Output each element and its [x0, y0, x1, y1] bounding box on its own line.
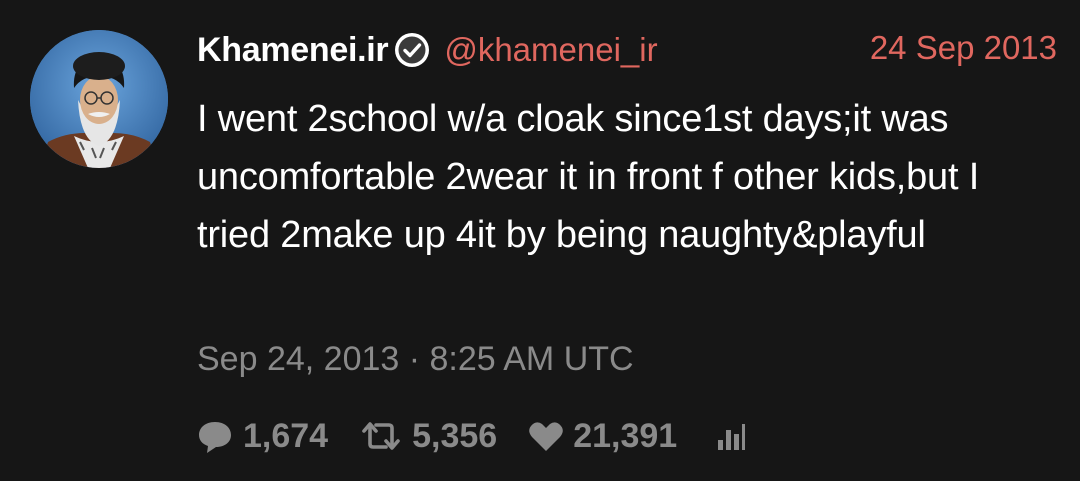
retweet-button[interactable]: 5,356	[358, 416, 497, 456]
tweet-timestamp: Sep 24, 2013 · 8:25 AM UTC	[197, 340, 634, 378]
stats-icon	[718, 424, 746, 450]
display-name[interactable]: Khamenei.ir	[197, 31, 389, 70]
reply-button[interactable]: 1,674	[195, 416, 328, 456]
user-handle[interactable]: @khamenei_ir	[444, 31, 657, 69]
retweet-icon	[362, 422, 400, 450]
verified-badge-icon	[394, 32, 430, 68]
tweet-date[interactable]: 24 Sep 2013	[870, 29, 1057, 67]
like-button[interactable]: 21,391	[527, 417, 677, 456]
tweet-actions: 1,674 5,356 21,391	[195, 412, 777, 460]
stats-button[interactable]	[715, 420, 747, 452]
tweet-header: Khamenei.ir @khamenei_ir 24 Sep 2013	[197, 26, 1057, 74]
heart-icon	[529, 422, 563, 451]
retweet-count: 5,356	[412, 416, 498, 455]
tweet: Khamenei.ir @khamenei_ir 24 Sep 2013 I w…	[0, 0, 1080, 481]
comment-icon	[199, 422, 231, 453]
avatar-image	[30, 30, 168, 168]
reply-count: 1,674	[243, 416, 329, 455]
tweet-text: I went 2school w/a cloak since1st days;i…	[197, 98, 980, 256]
avatar[interactable]	[30, 30, 168, 168]
like-count: 21,391	[573, 416, 678, 455]
